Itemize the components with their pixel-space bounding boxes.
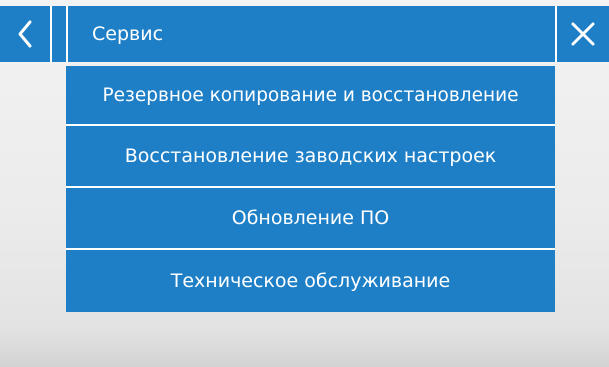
page-title: Сервис: [92, 23, 164, 45]
chevron-left-icon: [18, 20, 32, 48]
menu-item-backup-restore[interactable]: Резервное копирование и восстановление: [66, 66, 555, 126]
close-icon: [571, 22, 595, 46]
header-bar: Сервис: [0, 6, 609, 62]
back-button[interactable]: [0, 6, 52, 62]
service-screen: Сервис Резервное копирование и восстанов…: [0, 0, 609, 367]
header-divider: [66, 6, 68, 62]
menu-item-software-update[interactable]: Обновление ПО: [66, 188, 555, 250]
menu-item-maintenance[interactable]: Техническое обслуживание: [66, 250, 555, 312]
menu-item-factory-reset[interactable]: Восстановление заводских настроек: [66, 126, 555, 188]
service-menu: Резервное копирование и восстановление В…: [66, 66, 555, 312]
bottom-shade: [0, 327, 609, 367]
close-button[interactable]: [555, 6, 609, 62]
